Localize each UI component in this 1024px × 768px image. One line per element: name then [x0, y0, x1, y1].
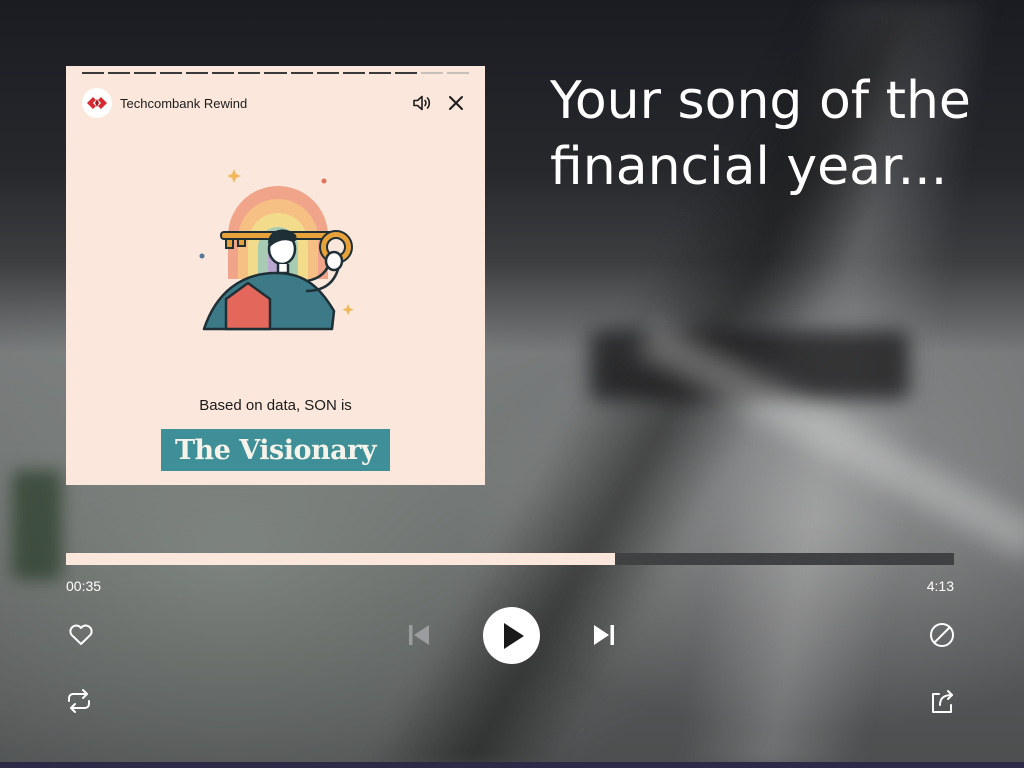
background-knob [12, 470, 62, 580]
play-icon [503, 622, 524, 649]
story-progress-segment [368, 72, 391, 74]
story-progress-segment [420, 72, 443, 74]
story-card[interactable]: Techcombank Rewind Based on data, SON is… [66, 66, 485, 485]
story-progress-segment [264, 72, 287, 74]
story-progress-segment [186, 72, 209, 74]
story-progress-segment [290, 72, 313, 74]
seek-bar-fill [66, 553, 615, 565]
techcombank-logo-icon [82, 88, 112, 118]
story-progress-segment [134, 72, 157, 74]
story-progress-segment [160, 72, 183, 74]
story-progress [82, 72, 469, 74]
story-progress-segment [82, 72, 105, 74]
heart-icon[interactable] [66, 621, 96, 649]
repeat-icon[interactable] [64, 687, 94, 715]
story-header: Techcombank Rewind [82, 88, 469, 118]
volume-icon[interactable] [409, 90, 435, 116]
story-progress-segment [394, 72, 417, 74]
story-progress-segment [316, 72, 339, 74]
share-icon[interactable] [927, 686, 957, 716]
story-progress-segment [446, 72, 469, 74]
play-button[interactable] [483, 607, 540, 664]
persona-title: The Visionary [174, 434, 377, 466]
elapsed-time: 00:35 [66, 578, 102, 594]
visionary-illustration [199, 169, 354, 331]
skip-next-icon[interactable] [589, 620, 619, 650]
story-progress-segment [212, 72, 235, 74]
player-screen: Techcombank Rewind Based on data, SON is… [0, 0, 1024, 768]
skip-previous-icon[interactable] [404, 620, 434, 650]
based-on-data-text: Based on data, SON is [199, 397, 352, 414]
close-icon[interactable] [443, 90, 469, 116]
block-icon[interactable] [927, 621, 957, 649]
bottom-edge [0, 762, 1024, 768]
headline: Your song of the financial year... [550, 71, 971, 197]
brand-name: Techcombank Rewind [120, 95, 248, 111]
story-progress-segment [238, 72, 261, 74]
persona-badge: The Visionary [161, 429, 390, 471]
total-time: 4:13 [926, 578, 954, 594]
story-progress-segment [108, 72, 131, 74]
story-progress-segment [342, 72, 365, 74]
seek-bar[interactable] [66, 553, 954, 565]
